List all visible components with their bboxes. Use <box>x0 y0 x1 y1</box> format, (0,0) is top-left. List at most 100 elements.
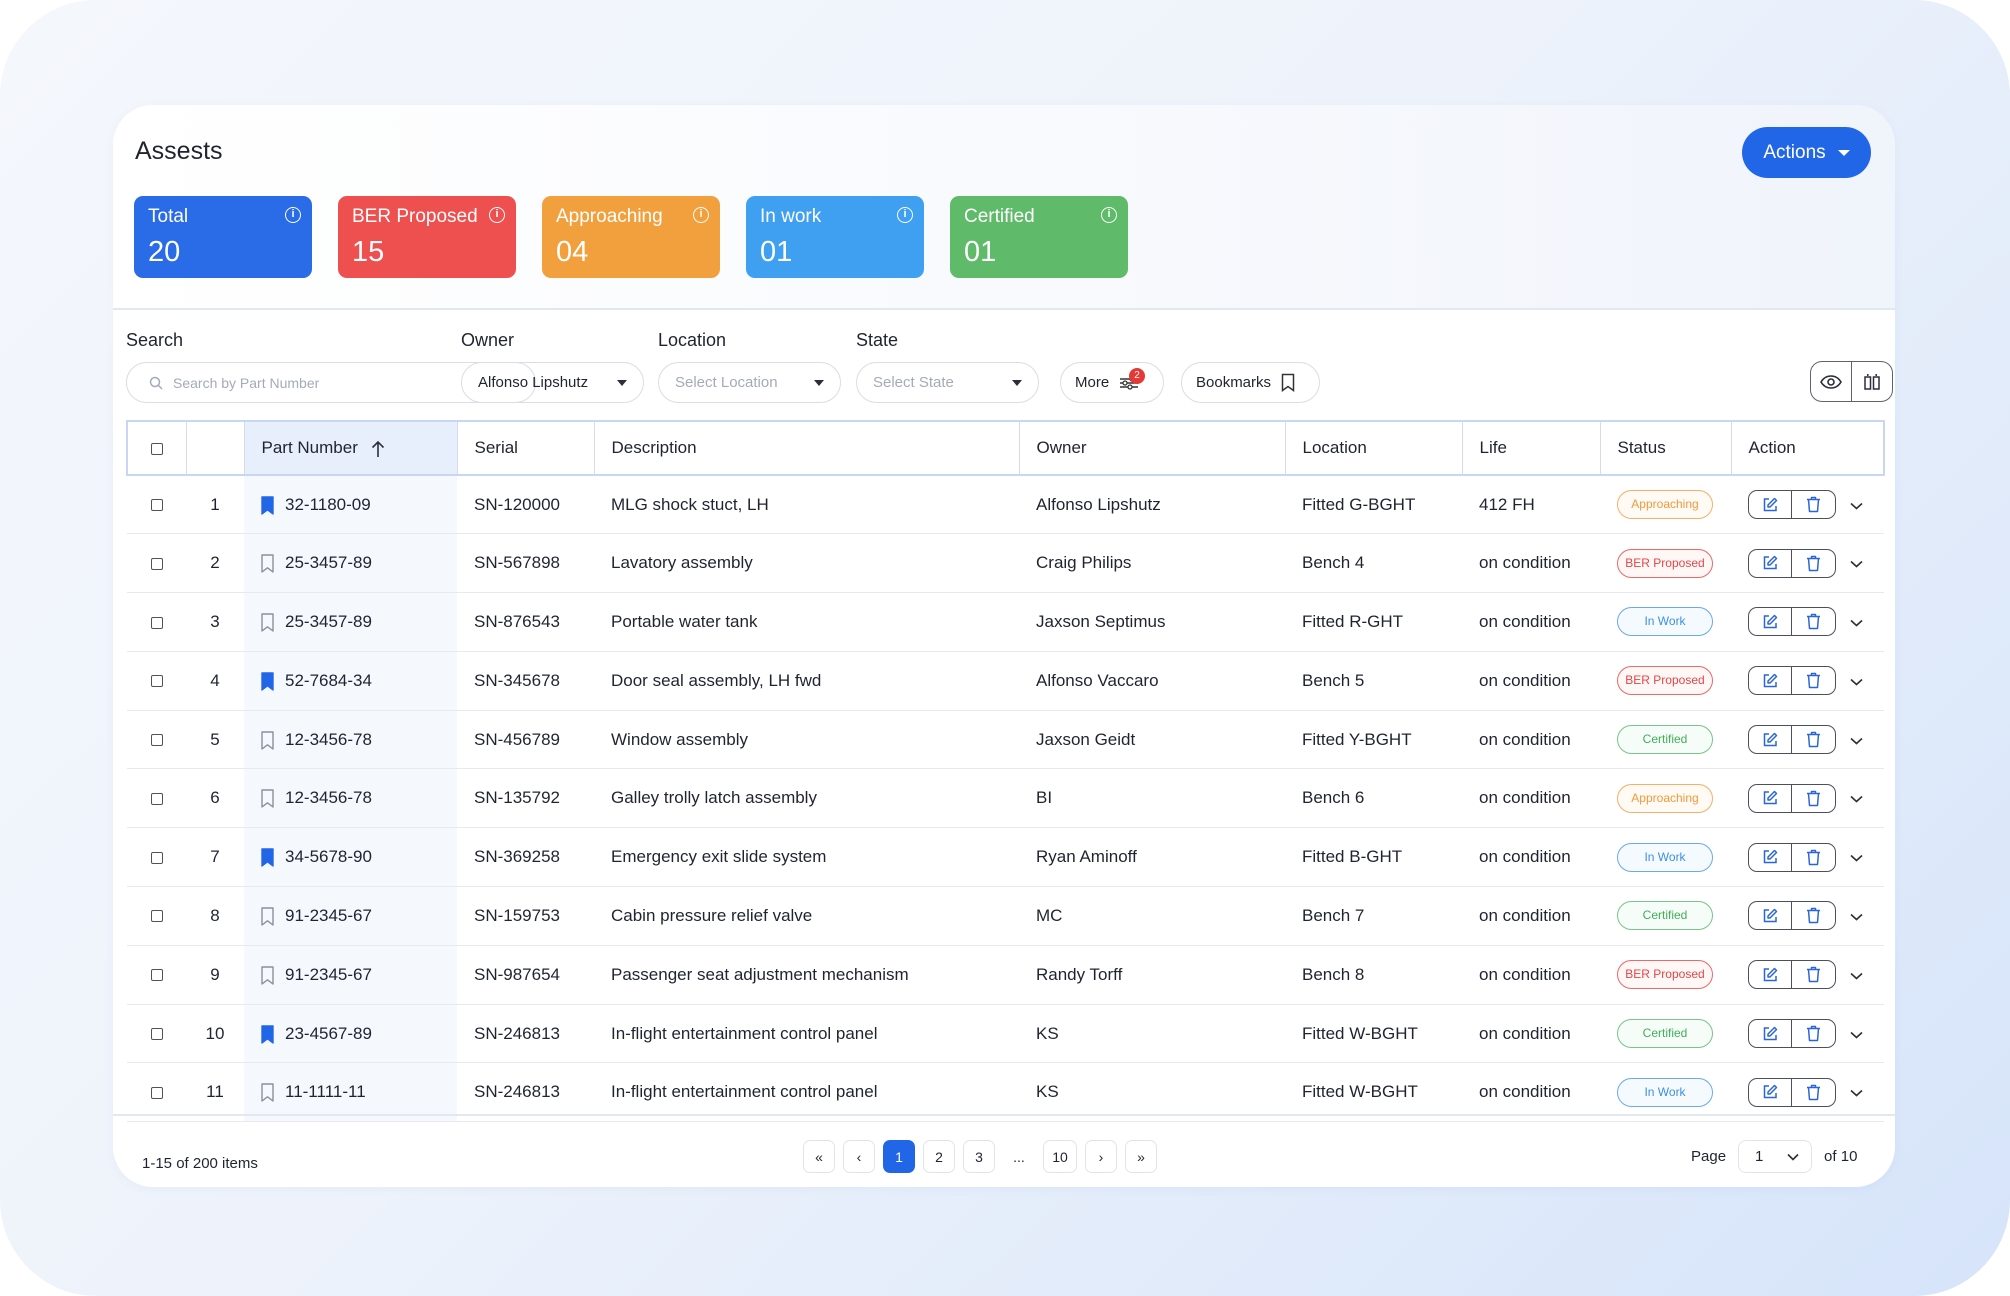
row-checkbox[interactable] <box>150 675 163 688</box>
info-icon[interactable]: i <box>285 207 301 223</box>
col-owner[interactable]: Owner <box>1019 420 1286 476</box>
bookmark-icon[interactable] <box>261 789 274 809</box>
part-number[interactable]: 91-2345-67 <box>285 906 372 925</box>
delete-icon[interactable] <box>1792 667 1835 694</box>
row-checkbox[interactable] <box>150 792 163 805</box>
edit-icon[interactable] <box>1749 902 1792 930</box>
delete-icon[interactable] <box>1792 902 1835 929</box>
bookmark-filled-icon[interactable] <box>261 672 274 691</box>
info-icon[interactable]: i <box>693 207 709 223</box>
bookmark-icon[interactable] <box>261 613 274 632</box>
delete-icon[interactable] <box>1792 491 1835 518</box>
col-part-number[interactable]: Part Number <box>244 420 458 476</box>
edit-icon[interactable] <box>1749 549 1792 577</box>
state-select[interactable]: Select State <box>856 362 1039 403</box>
page-button-10[interactable]: 10 <box>1043 1140 1077 1173</box>
part-number[interactable]: 11-1111-11 <box>285 1082 366 1101</box>
delete-icon[interactable] <box>1792 726 1835 753</box>
row-checkbox[interactable] <box>150 1028 163 1041</box>
chevron-down-icon[interactable] <box>1850 612 1863 632</box>
page-button-2[interactable]: 2 <box>923 1140 955 1173</box>
delete-icon[interactable] <box>1792 550 1835 577</box>
more-filters-button[interactable]: More 2 <box>1060 362 1164 403</box>
bookmark-filled-icon[interactable] <box>261 495 274 515</box>
bookmark-icon[interactable] <box>261 554 274 573</box>
edit-icon[interactable] <box>1749 726 1792 754</box>
row-checkbox[interactable] <box>150 557 163 570</box>
table-row[interactable]: 11 11-1111-11 SN-246813 In-flight entertain… <box>127 1062 1884 1122</box>
part-number[interactable]: 34-5678-90 <box>285 847 372 866</box>
bookmark-icon[interactable] <box>261 907 274 926</box>
first-page-button[interactable]: « <box>803 1140 835 1173</box>
stat-card-in-work[interactable]: In work 01 i <box>746 196 924 278</box>
next-page-button[interactable]: › <box>1085 1140 1117 1173</box>
part-number[interactable]: 25-3457-89 <box>285 612 372 631</box>
part-number[interactable]: 52-7684-34 <box>285 671 372 690</box>
row-checkbox[interactable] <box>150 1086 163 1099</box>
table-row[interactable]: 9 91-2345-67 SN-987654 Passenger seat adjus… <box>127 945 1884 1005</box>
owner-select[interactable]: Alfonso Lipshutz <box>461 362 644 403</box>
table-row[interactable]: 8 91-2345-67 SN-159753 Cabin pressure relie… <box>127 886 1884 946</box>
delete-icon[interactable] <box>1792 961 1835 988</box>
part-number[interactable]: 91-2345-67 <box>285 965 372 984</box>
delete-icon[interactable] <box>1792 1079 1835 1106</box>
chevron-down-icon[interactable] <box>1850 730 1863 750</box>
part-number[interactable]: 32-1180-09 <box>285 495 371 514</box>
chevron-down-icon[interactable] <box>1850 495 1863 515</box>
columns-icon[interactable] <box>1852 362 1893 401</box>
part-number[interactable]: 25-3457-89 <box>285 553 372 572</box>
bookmark-icon[interactable] <box>261 966 274 985</box>
page-select[interactable]: 1 <box>1738 1140 1813 1173</box>
bookmark-filled-icon[interactable] <box>261 1024 274 1044</box>
chevron-down-icon[interactable] <box>1850 1082 1863 1102</box>
edit-icon[interactable] <box>1749 784 1792 812</box>
page-button-3[interactable]: 3 <box>963 1140 995 1173</box>
table-row[interactable]: 10 23-4567-89 SN-246813 In-flight entertain… <box>127 1004 1884 1063</box>
actions-button[interactable]: Actions <box>1742 127 1871 178</box>
table-row[interactable]: 6 12-3456-78 SN-135792 Galley trolly latch … <box>127 768 1884 828</box>
table-row[interactable]: 4 52-7684-34 SN-345678 Door seal assembly, … <box>127 651 1884 711</box>
chevron-down-icon[interactable] <box>1850 1024 1863 1044</box>
bookmark-icon[interactable] <box>261 730 274 750</box>
table-row[interactable]: 7 34-5678-90 SN-369258 Emergency exit slide… <box>127 827 1884 887</box>
chevron-down-icon[interactable] <box>1850 788 1863 808</box>
select-all-checkbox[interactable] <box>150 442 163 455</box>
bookmark-filled-icon[interactable] <box>261 848 274 867</box>
bookmark-icon[interactable] <box>261 1083 274 1103</box>
info-icon[interactable]: i <box>489 207 505 223</box>
table-row[interactable]: 1 32-1180-09 SN-120000 MLG shock stuct, LH A… <box>127 475 1884 534</box>
delete-icon[interactable] <box>1792 844 1835 871</box>
row-checkbox[interactable] <box>150 499 163 512</box>
stat-card-approaching[interactable]: Approaching 04 i <box>542 196 720 278</box>
info-icon[interactable]: i <box>897 207 913 223</box>
part-number[interactable]: 23-4567-89 <box>285 1024 372 1043</box>
edit-icon[interactable] <box>1749 843 1792 871</box>
search-input[interactable] <box>173 374 503 391</box>
table-row[interactable]: 3 25-3457-89 SN-876543 Portable water tank J… <box>127 592 1884 652</box>
info-icon[interactable]: i <box>1101 207 1117 223</box>
table-row[interactable]: 5 12-3456-78 SN-456789 Window assembly Jaxso… <box>127 710 1884 769</box>
location-select[interactable]: Select Location <box>658 362 841 403</box>
table-row[interactable]: 2 25-3457-89 SN-567898 Lavatory assembly Cra… <box>127 533 1884 593</box>
last-page-button[interactable]: » <box>1125 1140 1157 1173</box>
col-description[interactable]: Description <box>594 420 1020 476</box>
delete-icon[interactable] <box>1792 608 1835 635</box>
prev-page-button[interactable]: ‹ <box>843 1140 875 1173</box>
chevron-down-icon[interactable] <box>1850 553 1863 573</box>
edit-icon[interactable] <box>1749 1020 1792 1048</box>
eye-icon[interactable] <box>1811 362 1852 401</box>
chevron-down-icon[interactable] <box>1850 847 1863 867</box>
row-checkbox[interactable] <box>150 969 163 982</box>
page-button-1[interactable]: 1 <box>883 1140 915 1173</box>
part-number[interactable]: 12-3456-78 <box>285 788 372 807</box>
row-checkbox[interactable] <box>150 734 163 747</box>
chevron-down-icon[interactable] <box>1850 965 1863 985</box>
delete-icon[interactable] <box>1792 1020 1835 1047</box>
part-number[interactable]: 12-3456-78 <box>285 730 372 749</box>
stat-card-total[interactable]: Total 20 i <box>134 196 312 278</box>
stat-card-certified[interactable]: Certified 01 i <box>950 196 1128 278</box>
row-checkbox[interactable] <box>150 851 163 864</box>
edit-icon[interactable] <box>1749 667 1792 695</box>
col-location[interactable]: Location <box>1285 420 1463 476</box>
col-life[interactable]: Life <box>1462 420 1601 476</box>
